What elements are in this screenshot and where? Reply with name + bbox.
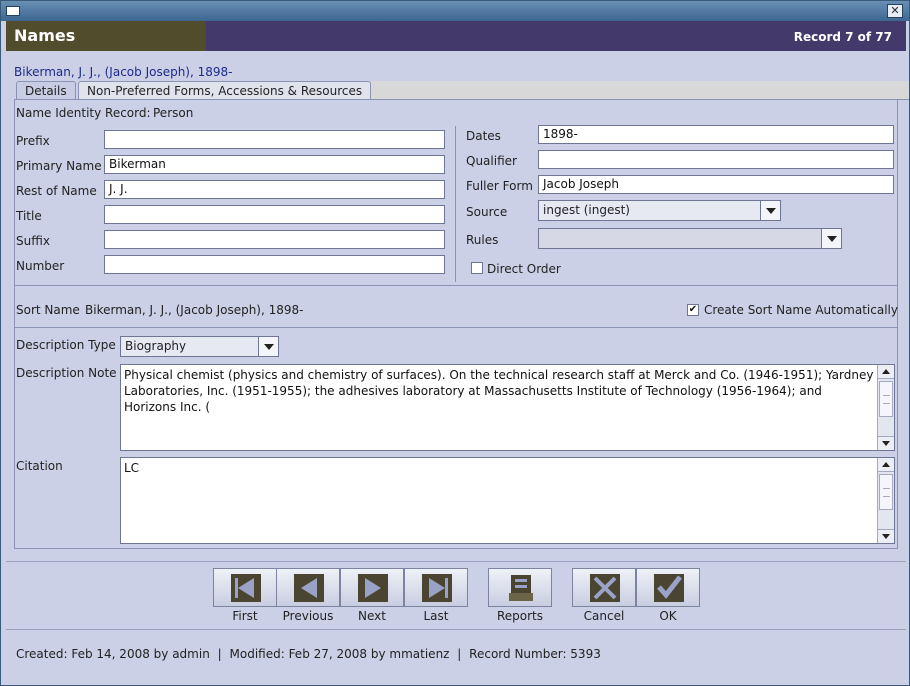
- previous-button[interactable]: [276, 568, 340, 607]
- names-window: ✕ Names Record 7 of 77 Bikerman, J. J., …: [0, 0, 910, 686]
- status-separator: |: [217, 647, 222, 661]
- cancel-icon: [590, 574, 620, 602]
- next-button-label: Next: [358, 609, 386, 623]
- source-label: Source: [466, 205, 508, 219]
- direct-order-checkbox[interactable]: [471, 262, 483, 274]
- prefix-field[interactable]: [104, 130, 445, 149]
- description-type-label: Description Type: [16, 338, 116, 352]
- status-separator: |: [457, 647, 462, 661]
- last-button[interactable]: [404, 568, 468, 607]
- cancel-button[interactable]: [572, 568, 636, 607]
- header-bar: Names Record 7 of 77: [6, 21, 906, 51]
- dates-field[interactable]: 1898-: [538, 125, 894, 144]
- prefix-label: Prefix: [16, 134, 50, 148]
- suffix-label: Suffix: [16, 234, 50, 248]
- scroll-thumb[interactable]: [879, 474, 893, 510]
- first-button[interactable]: [213, 568, 277, 607]
- title-field[interactable]: [104, 205, 445, 224]
- description-note-label: Description Note: [16, 366, 117, 380]
- rules-label: Rules: [466, 233, 499, 247]
- source-select-value: ingest (ingest): [543, 203, 630, 217]
- chevron-down-icon[interactable]: [821, 229, 841, 248]
- last-button-label: Last: [423, 609, 449, 623]
- citation-text: LC: [124, 461, 140, 475]
- first-record-icon: [231, 574, 261, 602]
- citation-scrollbar[interactable]: [877, 458, 894, 543]
- details-panel: Name Identity Record: Person Prefix Prim…: [14, 99, 898, 549]
- scroll-up-icon[interactable]: [878, 365, 894, 379]
- sort-name-value: Bikerman, J. J., (Jacob Joseph), 1898-: [85, 303, 304, 317]
- rules-select[interactable]: [538, 228, 842, 249]
- tab-details[interactable]: Details: [16, 81, 76, 100]
- rest-of-name-label: Rest of Name: [16, 184, 97, 198]
- separator: [15, 327, 897, 328]
- scroll-thumb[interactable]: [879, 381, 893, 417]
- created-info: Created: Feb 14, 2008 by admin: [16, 647, 210, 661]
- citation-textarea[interactable]: LC: [120, 457, 895, 544]
- citation-label: Citation: [16, 459, 63, 473]
- reports-button[interactable]: [488, 568, 552, 607]
- tab-non-preferred-forms[interactable]: Non-Preferred Forms, Accessions & Resour…: [78, 81, 372, 100]
- description-note-text: Physical chemist (physics and chemistry …: [124, 368, 874, 414]
- qualifier-label: Qualifier: [466, 154, 517, 168]
- last-record-icon: [422, 574, 452, 602]
- close-button[interactable]: ✕: [887, 4, 903, 18]
- dates-label: Dates: [466, 129, 501, 143]
- next-record-icon: [358, 574, 388, 602]
- cancel-button-label: Cancel: [583, 609, 625, 623]
- previous-record-icon: [294, 574, 324, 602]
- chevron-down-icon[interactable]: [258, 337, 278, 356]
- scroll-down-icon[interactable]: [878, 436, 894, 450]
- reports-button-label: Reports: [496, 609, 544, 623]
- ok-button-label: OK: [659, 609, 677, 623]
- separator: [6, 561, 906, 562]
- record-number: Record Number: 5393: [469, 647, 601, 661]
- description-note-textarea[interactable]: Physical chemist (physics and chemistry …: [120, 364, 895, 451]
- primary-name-label: Primary Name: [16, 159, 102, 173]
- reports-icon: [509, 575, 533, 601]
- qualifier-field[interactable]: [538, 150, 894, 169]
- sort-name-label: Sort Name: [16, 303, 80, 317]
- next-button[interactable]: [340, 568, 404, 607]
- source-select[interactable]: ingest (ingest): [538, 200, 781, 221]
- separator: [6, 629, 906, 630]
- description-type-select[interactable]: Biography: [120, 336, 279, 357]
- title-bar[interactable]: ✕: [1, 1, 909, 21]
- rest-of-name-field[interactable]: J. J.: [104, 180, 445, 199]
- scroll-down-icon[interactable]: [878, 529, 894, 543]
- ok-button[interactable]: [636, 568, 700, 607]
- ok-check-icon: [654, 574, 684, 602]
- first-button-label: First: [232, 609, 258, 623]
- create-sort-name-label: Create Sort Name Automatically: [704, 303, 898, 317]
- identity-value: Person: [153, 106, 194, 120]
- tab-strip: [369, 81, 909, 100]
- description-note-scrollbar[interactable]: [877, 365, 894, 450]
- record-heading: Bikerman, J. J., (Jacob Joseph), 1898-: [14, 65, 233, 79]
- primary-name-field[interactable]: Bikerman: [104, 155, 445, 174]
- number-label: Number: [16, 259, 65, 273]
- column-divider: [455, 126, 456, 282]
- record-counter: Record 7 of 77: [793, 30, 892, 44]
- status-bar: Created: Feb 14, 2008 by admin | Modifie…: [16, 647, 601, 661]
- number-field[interactable]: [104, 255, 445, 274]
- modified-info: Modified: Feb 27, 2008 by mmatienz: [229, 647, 450, 661]
- scroll-up-icon[interactable]: [878, 458, 894, 472]
- separator: [15, 285, 897, 286]
- fuller-form-label: Fuller Form: [466, 179, 533, 193]
- direct-order-label: Direct Order: [487, 262, 561, 276]
- fuller-form-field[interactable]: Jacob Joseph: [538, 175, 894, 194]
- identity-label: Name Identity Record:: [16, 106, 151, 120]
- description-type-value: Biography: [125, 339, 187, 353]
- title-label: Title: [16, 209, 42, 223]
- create-sort-name-checkbox[interactable]: ✔: [687, 304, 699, 316]
- previous-button-label: Previous: [282, 609, 334, 623]
- suffix-field[interactable]: [104, 230, 445, 249]
- window-menu-icon[interactable]: [6, 6, 20, 16]
- header-title: Names: [14, 26, 76, 45]
- chevron-down-icon[interactable]: [760, 201, 780, 220]
